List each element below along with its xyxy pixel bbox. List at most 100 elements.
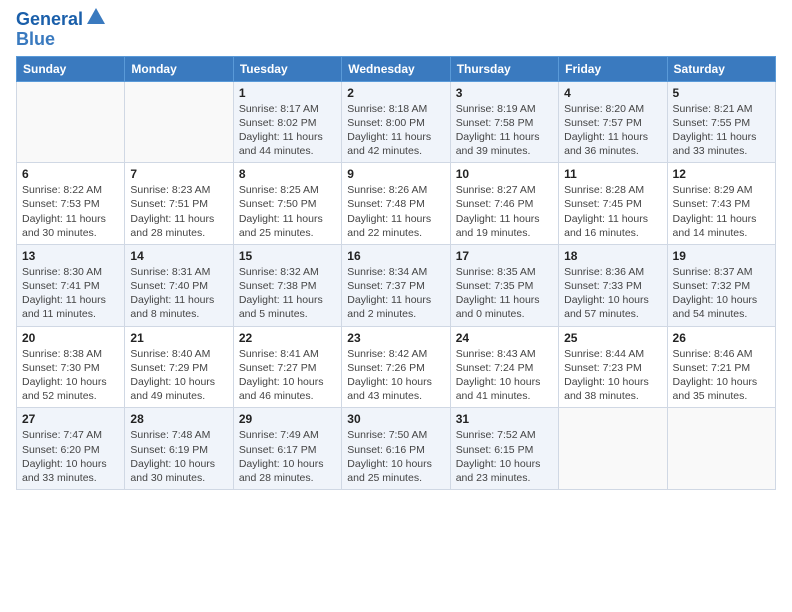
cell-info: Sunrise: 7:48 AM Sunset: 6:19 PM Dayligh… — [130, 428, 227, 485]
cell-info: Sunrise: 7:47 AM Sunset: 6:20 PM Dayligh… — [22, 428, 119, 485]
day-number: 10 — [456, 167, 553, 181]
calendar-cell: 31 Sunrise: 7:52 AM Sunset: 6:15 PM Dayli… — [450, 408, 558, 490]
day-number: 4 — [564, 86, 661, 100]
cell-info: Sunrise: 8:29 AM Sunset: 7:43 PM Dayligh… — [673, 183, 770, 240]
cell-info: Sunrise: 8:30 AM Sunset: 7:41 PM Dayligh… — [22, 265, 119, 322]
cell-info: Sunrise: 8:42 AM Sunset: 7:26 PM Dayligh… — [347, 347, 444, 404]
cell-info: Sunrise: 8:17 AM Sunset: 8:02 PM Dayligh… — [239, 102, 336, 159]
calendar-cell — [559, 408, 667, 490]
weekday-header: Wednesday — [342, 56, 450, 81]
calendar-cell: 13 Sunrise: 8:30 AM Sunset: 7:41 PM Dayli… — [17, 244, 125, 326]
calendar-cell: 7 Sunrise: 8:23 AM Sunset: 7:51 PM Daylig… — [125, 163, 233, 245]
day-number: 25 — [564, 331, 661, 345]
cell-info: Sunrise: 7:49 AM Sunset: 6:17 PM Dayligh… — [239, 428, 336, 485]
cell-info: Sunrise: 8:44 AM Sunset: 7:23 PM Dayligh… — [564, 347, 661, 404]
calendar-cell: 24 Sunrise: 8:43 AM Sunset: 7:24 PM Dayli… — [450, 326, 558, 408]
weekday-header: Sunday — [17, 56, 125, 81]
header: General Blue — [16, 10, 776, 50]
day-number: 9 — [347, 167, 444, 181]
calendar-cell: 11Sunrise: 8:28 AM Sunset: 7:45 PM Dayli… — [559, 163, 667, 245]
day-number: 13 — [22, 249, 119, 263]
cell-info: Sunrise: 7:52 AM Sunset: 6:15 PM Dayligh… — [456, 428, 553, 485]
day-number: 19 — [673, 249, 770, 263]
cell-info: Sunrise: 8:37 AM Sunset: 7:32 PM Dayligh… — [673, 265, 770, 322]
day-number: 11 — [564, 167, 661, 181]
cell-info: Sunrise: 8:26 AM Sunset: 7:48 PM Dayligh… — [347, 183, 444, 240]
cell-info: Sunrise: 8:34 AM Sunset: 7:37 PM Dayligh… — [347, 265, 444, 322]
calendar-cell: 28 Sunrise: 7:48 AM Sunset: 6:19 PM Dayli… — [125, 408, 233, 490]
calendar-cell: 23 Sunrise: 8:42 AM Sunset: 7:26 PM Dayli… — [342, 326, 450, 408]
calendar-cell: 4 Sunrise: 8:20 AM Sunset: 7:57 PM Daylig… — [559, 81, 667, 163]
cell-info: Sunrise: 8:41 AM Sunset: 7:27 PM Dayligh… — [239, 347, 336, 404]
calendar-cell: 29 Sunrise: 7:49 AM Sunset: 6:17 PM Dayli… — [233, 408, 341, 490]
day-number: 28 — [130, 412, 227, 426]
calendar-cell: 26Sunrise: 8:46 AM Sunset: 7:21 PM Dayli… — [667, 326, 775, 408]
calendar-cell: 21 Sunrise: 8:40 AM Sunset: 7:29 PM Dayli… — [125, 326, 233, 408]
calendar-cell: 9 Sunrise: 8:26 AM Sunset: 7:48 PM Daylig… — [342, 163, 450, 245]
cell-info: Sunrise: 8:43 AM Sunset: 7:24 PM Dayligh… — [456, 347, 553, 404]
cell-info: Sunrise: 8:27 AM Sunset: 7:46 PM Dayligh… — [456, 183, 553, 240]
calendar-cell: 1 Sunrise: 8:17 AM Sunset: 8:02 PM Daylig… — [233, 81, 341, 163]
calendar-cell: 25 Sunrise: 8:44 AM Sunset: 7:23 PM Dayli… — [559, 326, 667, 408]
weekday-header: Friday — [559, 56, 667, 81]
calendar-cell: 6 Sunrise: 8:22 AM Sunset: 7:53 PM Daylig… — [17, 163, 125, 245]
calendar-week-row: 13 Sunrise: 8:30 AM Sunset: 7:41 PM Dayli… — [17, 244, 776, 326]
day-number: 23 — [347, 331, 444, 345]
page: General Blue SundayMondayTuesdayWednesda… — [0, 0, 792, 500]
calendar-cell: 19 Sunrise: 8:37 AM Sunset: 7:32 PM Dayli… — [667, 244, 775, 326]
calendar-cell: 15Sunrise: 8:32 AM Sunset: 7:38 PM Dayli… — [233, 244, 341, 326]
cell-info: Sunrise: 8:25 AM Sunset: 7:50 PM Dayligh… — [239, 183, 336, 240]
calendar-cell — [17, 81, 125, 163]
day-number: 5 — [673, 86, 770, 100]
logo: General Blue — [16, 10, 107, 50]
day-number: 12 — [673, 167, 770, 181]
day-number: 29 — [239, 412, 336, 426]
cell-info: Sunrise: 8:20 AM Sunset: 7:57 PM Dayligh… — [564, 102, 661, 159]
calendar-week-row: 1 Sunrise: 8:17 AM Sunset: 8:02 PM Daylig… — [17, 81, 776, 163]
calendar-cell: 27 Sunrise: 7:47 AM Sunset: 6:20 PM Dayli… — [17, 408, 125, 490]
cell-info: Sunrise: 8:36 AM Sunset: 7:33 PM Dayligh… — [564, 265, 661, 322]
calendar-cell: 10 Sunrise: 8:27 AM Sunset: 7:46 PM Dayli… — [450, 163, 558, 245]
logo-text: General — [16, 10, 83, 30]
calendar-cell: 17 Sunrise: 8:35 AM Sunset: 7:35 PM Dayli… — [450, 244, 558, 326]
calendar-cell: 2 Sunrise: 8:18 AM Sunset: 8:00 PM Daylig… — [342, 81, 450, 163]
calendar-week-row: 6 Sunrise: 8:22 AM Sunset: 7:53 PM Daylig… — [17, 163, 776, 245]
day-number: 1 — [239, 86, 336, 100]
day-number: 22 — [239, 331, 336, 345]
calendar-cell: 30 Sunrise: 7:50 AM Sunset: 6:16 PM Dayli… — [342, 408, 450, 490]
day-number: 21 — [130, 331, 227, 345]
weekday-header: Tuesday — [233, 56, 341, 81]
day-number: 8 — [239, 167, 336, 181]
day-number: 26 — [673, 331, 770, 345]
day-number: 17 — [456, 249, 553, 263]
calendar-cell: 22 Sunrise: 8:41 AM Sunset: 7:27 PM Dayli… — [233, 326, 341, 408]
day-number: 6 — [22, 167, 119, 181]
cell-info: Sunrise: 8:22 AM Sunset: 7:53 PM Dayligh… — [22, 183, 119, 240]
cell-info: Sunrise: 8:23 AM Sunset: 7:51 PM Dayligh… — [130, 183, 227, 240]
day-number: 31 — [456, 412, 553, 426]
day-number: 2 — [347, 86, 444, 100]
cell-info: Sunrise: 7:50 AM Sunset: 6:16 PM Dayligh… — [347, 428, 444, 485]
calendar-cell: 14 Sunrise: 8:31 AM Sunset: 7:40 PM Dayli… — [125, 244, 233, 326]
weekday-header-row: SundayMondayTuesdayWednesdayThursdayFrid… — [17, 56, 776, 81]
weekday-header: Saturday — [667, 56, 775, 81]
day-number: 3 — [456, 86, 553, 100]
cell-info: Sunrise: 8:18 AM Sunset: 8:00 PM Dayligh… — [347, 102, 444, 159]
cell-info: Sunrise: 8:21 AM Sunset: 7:55 PM Dayligh… — [673, 102, 770, 159]
day-number: 30 — [347, 412, 444, 426]
cell-info: Sunrise: 8:32 AM Sunset: 7:38 PM Dayligh… — [239, 265, 336, 322]
calendar-cell: 8 Sunrise: 8:25 AM Sunset: 7:50 PM Daylig… — [233, 163, 341, 245]
weekday-header: Thursday — [450, 56, 558, 81]
logo-text-blue: Blue — [16, 30, 55, 50]
day-number: 20 — [22, 331, 119, 345]
day-number: 14 — [130, 249, 227, 263]
day-number: 16 — [347, 249, 444, 263]
calendar-cell — [667, 408, 775, 490]
weekday-header: Monday — [125, 56, 233, 81]
day-number: 24 — [456, 331, 553, 345]
day-number: 27 — [22, 412, 119, 426]
cell-info: Sunrise: 8:40 AM Sunset: 7:29 PM Dayligh… — [130, 347, 227, 404]
cell-info: Sunrise: 8:31 AM Sunset: 7:40 PM Dayligh… — [130, 265, 227, 322]
day-number: 7 — [130, 167, 227, 181]
cell-info: Sunrise: 8:35 AM Sunset: 7:35 PM Dayligh… — [456, 265, 553, 322]
